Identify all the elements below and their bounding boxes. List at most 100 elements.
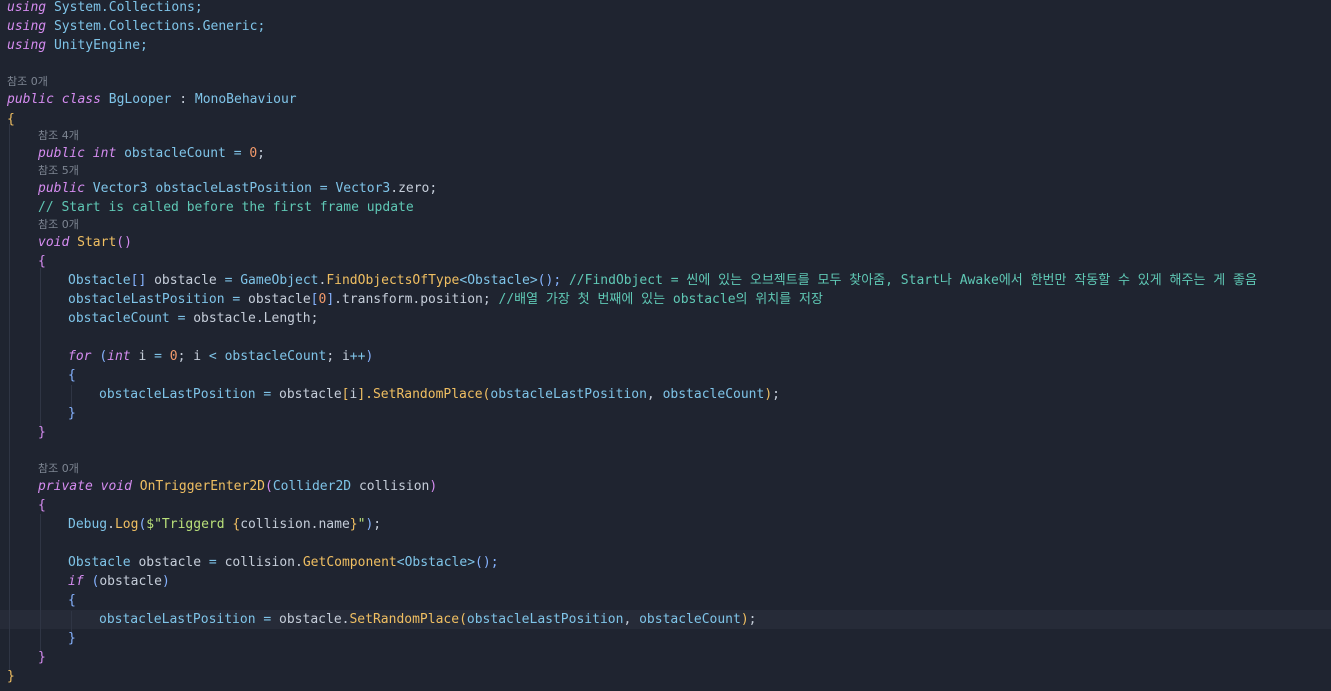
variable: obstacle bbox=[248, 292, 311, 307]
code-line-debug-log[interactable]: Debug.Log($"Triggerd {collision.name}"); bbox=[68, 515, 381, 534]
codelens-references[interactable]: 참조 0개 bbox=[38, 461, 79, 477]
code-line-using-collections[interactable]: using System.Collections; bbox=[7, 0, 203, 17]
indent-guide bbox=[40, 268, 41, 430]
code-line-class-declaration[interactable]: public class BgLooper : MonoBehaviour bbox=[7, 90, 297, 109]
namespace: System.Collections; bbox=[53, 0, 203, 15]
code-line-class-open[interactable]: { bbox=[7, 110, 15, 129]
operator: ++ bbox=[349, 349, 366, 364]
keyword: class bbox=[61, 92, 101, 107]
operator: = bbox=[154, 349, 162, 364]
indent-guide bbox=[9, 124, 10, 670]
code-line-start-close[interactable]: } bbox=[38, 423, 46, 442]
code-line-trigger-close[interactable]: } bbox=[38, 648, 46, 667]
member: .zero; bbox=[390, 181, 438, 196]
keyword: public bbox=[38, 146, 85, 161]
field-name: obstacleCount bbox=[639, 612, 741, 627]
code-line-field-count[interactable]: public int obstacleCount = 0; bbox=[38, 144, 265, 163]
variable: obstacle bbox=[138, 555, 202, 570]
member: .transform.position; bbox=[334, 292, 491, 307]
class-ref: GameObject bbox=[240, 273, 319, 288]
parameter: collision bbox=[358, 479, 430, 494]
keyword: using bbox=[7, 38, 47, 53]
field-name: obstacleCount bbox=[68, 311, 170, 326]
code-line-class-close[interactable]: } bbox=[7, 667, 15, 686]
code-line-if-close[interactable]: } bbox=[68, 629, 76, 648]
class-ref: Debug bbox=[68, 517, 108, 532]
codelens-references[interactable]: 참조 0개 bbox=[38, 217, 79, 233]
namespace: UnityEngine; bbox=[53, 38, 148, 53]
punctuation: ; bbox=[373, 517, 382, 532]
variable: collision bbox=[224, 555, 296, 570]
paren: ) bbox=[161, 574, 170, 589]
paren: ( bbox=[459, 612, 467, 627]
punctuation: . bbox=[107, 517, 115, 532]
keyword: int bbox=[107, 349, 131, 364]
field-name: obstacleLastPosition bbox=[466, 612, 624, 627]
variable: obstacle bbox=[154, 273, 217, 288]
codelens-references[interactable]: 참조 5개 bbox=[38, 163, 79, 179]
keyword: void bbox=[38, 235, 70, 250]
comment: //배열 가장 첫 번째에 있는 obstacle의 위치를 저장 bbox=[498, 292, 823, 307]
brace: { bbox=[7, 112, 15, 127]
variable: obstacle bbox=[279, 387, 342, 402]
punctuation: , bbox=[623, 612, 632, 627]
keyword: if bbox=[68, 574, 84, 589]
code-line-using-generic[interactable]: using System.Collections.Generic; bbox=[7, 17, 265, 36]
field-name: obstacleLastPosition bbox=[99, 387, 256, 402]
code-line-using-unityengine[interactable]: using UnityEngine; bbox=[7, 36, 148, 55]
indent-guide bbox=[40, 514, 41, 652]
method-name: SetRandomPlace bbox=[349, 612, 460, 627]
keyword: using bbox=[7, 0, 47, 15]
code-line-trigger-open[interactable]: { bbox=[38, 496, 46, 515]
operator: = bbox=[319, 181, 328, 196]
code-line-assign-position[interactable]: obstacleLastPosition = obstacle[0].trans… bbox=[68, 290, 823, 309]
codelens-references[interactable]: 참조 0개 bbox=[7, 74, 48, 90]
code-line-trigger-declaration[interactable]: private void OnTriggerEnter2D(Collider2D… bbox=[38, 477, 437, 496]
number: 0 bbox=[169, 349, 178, 364]
field-name: obstacleCount bbox=[224, 349, 327, 364]
code-line-if[interactable]: if (obstacle) bbox=[68, 572, 170, 591]
keyword: int bbox=[92, 146, 117, 161]
code-line-assign-count[interactable]: obstacleCount = obstacle.Length; bbox=[68, 309, 318, 328]
field-name: obstacleLastPosition bbox=[68, 292, 225, 307]
code-line-for-close[interactable]: } bbox=[68, 404, 76, 423]
punctuation: ; bbox=[772, 387, 780, 402]
brace: } bbox=[68, 406, 76, 421]
field-name: obstacleLastPosition bbox=[155, 181, 312, 196]
keyword: private bbox=[38, 479, 93, 494]
brace: } bbox=[68, 631, 76, 646]
field-name: obstacleLastPosition bbox=[99, 612, 256, 627]
type: Vector3 bbox=[335, 181, 391, 196]
code-line-start-open[interactable]: { bbox=[38, 252, 46, 271]
variable: i bbox=[138, 349, 147, 364]
code-line-for-loop[interactable]: for (int i = 0; i < obstacleCount; i++) bbox=[68, 347, 373, 366]
paren: ( bbox=[265, 479, 273, 494]
code-line-find-objects[interactable]: Obstacle[] obstacle = GameObject.FindObj… bbox=[68, 271, 1257, 290]
code-editor[interactable]: using System.Collections; using System.C… bbox=[0, 0, 1331, 691]
keyword: public bbox=[38, 181, 85, 196]
variable: i bbox=[193, 349, 202, 364]
code-line-loop-body[interactable]: obstacleLastPosition = obstacle[i].SetRa… bbox=[99, 385, 780, 404]
code-line-comment[interactable]: // Start is called before the first fram… bbox=[38, 198, 414, 217]
type: Obstacle bbox=[68, 273, 131, 288]
code-line-start-declaration[interactable]: void Start() bbox=[38, 233, 132, 252]
code-line-get-component[interactable]: Obstacle obstacle = collision.GetCompone… bbox=[68, 553, 499, 572]
code-line-if-open[interactable]: { bbox=[68, 591, 76, 610]
type: Obstacle bbox=[68, 555, 131, 570]
base-class: MonoBehaviour bbox=[194, 92, 297, 107]
number: 0 bbox=[249, 146, 258, 161]
bracket: ] bbox=[326, 292, 335, 307]
code-line-if-body[interactable]: obstacleLastPosition = obstacle.SetRando… bbox=[99, 610, 757, 629]
comment: // Start is called before the first fram… bbox=[38, 200, 414, 215]
variable: i bbox=[341, 349, 350, 364]
code-line-for-open[interactable]: { bbox=[68, 366, 76, 385]
operator: = bbox=[263, 387, 272, 402]
paren: ) bbox=[764, 387, 773, 402]
field-name: obstacleCount bbox=[124, 146, 226, 161]
comment: //FindObject = 씬에 있는 오브젝트를 모두 찾아줌, Start… bbox=[568, 273, 1257, 288]
punctuation: , bbox=[646, 387, 655, 402]
brace: { bbox=[68, 368, 76, 383]
codelens-references[interactable]: 참조 4개 bbox=[38, 128, 79, 144]
brace: { bbox=[38, 254, 46, 269]
code-line-field-position[interactable]: public Vector3 obstacleLastPosition = Ve… bbox=[38, 179, 437, 198]
